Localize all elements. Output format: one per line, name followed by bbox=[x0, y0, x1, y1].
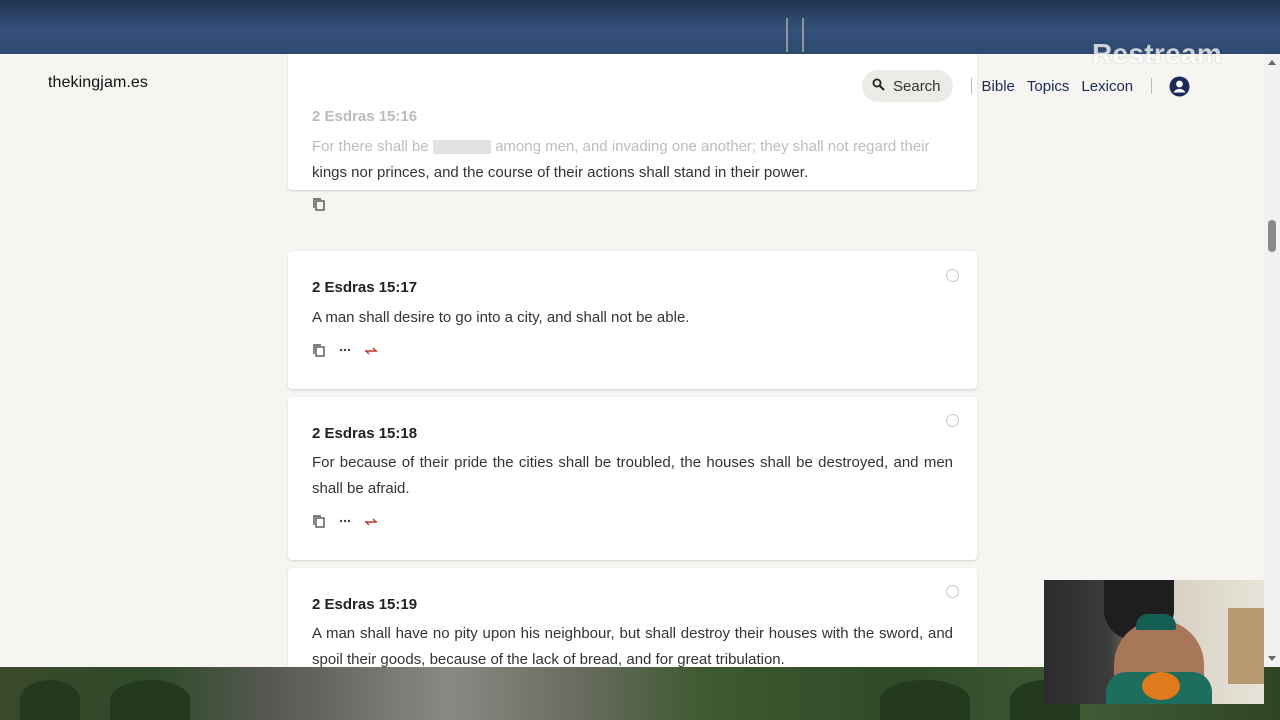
background-photo-top bbox=[0, 0, 1280, 54]
copy-icon[interactable] bbox=[312, 514, 326, 528]
account-icon[interactable] bbox=[1168, 75, 1190, 97]
streamer-cap bbox=[1136, 614, 1176, 630]
select-radio[interactable] bbox=[946, 585, 959, 598]
select-radio[interactable] bbox=[946, 414, 959, 427]
compare-arrows-icon[interactable] bbox=[364, 514, 378, 528]
nav-link-topics[interactable]: Topics bbox=[1027, 78, 1070, 95]
verse-actions bbox=[312, 514, 378, 528]
top-nav: Search Bible Topics Lexicon bbox=[862, 69, 1190, 103]
verse-reference: 2 Esdras 15:19 bbox=[312, 596, 418, 613]
verse-reference: 2 Esdras 15:18 bbox=[312, 425, 418, 442]
verse-actions bbox=[312, 197, 326, 211]
basketball bbox=[1142, 672, 1180, 700]
more-options-icon[interactable] bbox=[338, 343, 352, 357]
verse-reference: 2 Esdras 15:16 bbox=[312, 108, 418, 125]
scroll-thumb[interactable] bbox=[1268, 220, 1276, 252]
redacted-word bbox=[432, 140, 491, 155]
verse-card-15-19: 2 Esdras 15:19 A man shall have no pity … bbox=[288, 568, 977, 667]
verse-card-15-18: 2 Esdras 15:18 For because of their prid… bbox=[288, 397, 977, 560]
compare-arrows-icon[interactable] bbox=[364, 343, 378, 357]
verse-text: For because of their pride the cities sh… bbox=[312, 454, 953, 497]
copy-icon[interactable] bbox=[312, 343, 326, 357]
select-radio[interactable] bbox=[946, 269, 959, 282]
more-options-icon[interactable] bbox=[338, 514, 352, 528]
nav-link-lexicon[interactable]: Lexicon bbox=[1081, 78, 1133, 95]
site-logo-text[interactable]: thekingjam.es bbox=[48, 74, 148, 92]
verse-text: A man shall desire to go into a city, an… bbox=[312, 309, 690, 326]
page-scrollbar[interactable] bbox=[1264, 54, 1280, 667]
tree-silhouette bbox=[20, 680, 80, 720]
restream-watermark: Restream bbox=[1092, 38, 1223, 69]
copy-icon[interactable] bbox=[312, 197, 326, 211]
scroll-up-arrow[interactable] bbox=[1268, 60, 1276, 65]
tree-silhouette bbox=[110, 680, 190, 720]
webcam-overlay bbox=[1044, 580, 1264, 704]
tree-silhouette bbox=[880, 680, 970, 720]
nav-divider bbox=[1151, 78, 1153, 94]
verse-text: kings nor princes, and the course of the… bbox=[312, 164, 809, 181]
scroll-down-arrow[interactable] bbox=[1268, 656, 1276, 661]
browser-viewport: thekingjam.es 2 Esdras 15:16 For there s… bbox=[0, 54, 1280, 667]
verse-actions bbox=[312, 343, 378, 357]
verse-card-15-17: 2 Esdras 15:17 A man shall desire to go … bbox=[288, 251, 977, 389]
nav-link-bible[interactable]: Bible bbox=[982, 78, 1015, 95]
wall-board bbox=[1228, 608, 1264, 684]
verse-text: A man shall have no pity upon his neighb… bbox=[312, 625, 953, 667]
nav-divider bbox=[970, 78, 972, 94]
search-icon bbox=[872, 78, 885, 95]
verse-reference: 2 Esdras 15:17 bbox=[312, 279, 418, 296]
verse-text-faded: For there shall be among men, and invadi… bbox=[312, 138, 930, 155]
search-label: Search bbox=[893, 77, 941, 95]
monument-spire bbox=[786, 18, 804, 52]
search-button[interactable]: Search bbox=[862, 70, 953, 102]
